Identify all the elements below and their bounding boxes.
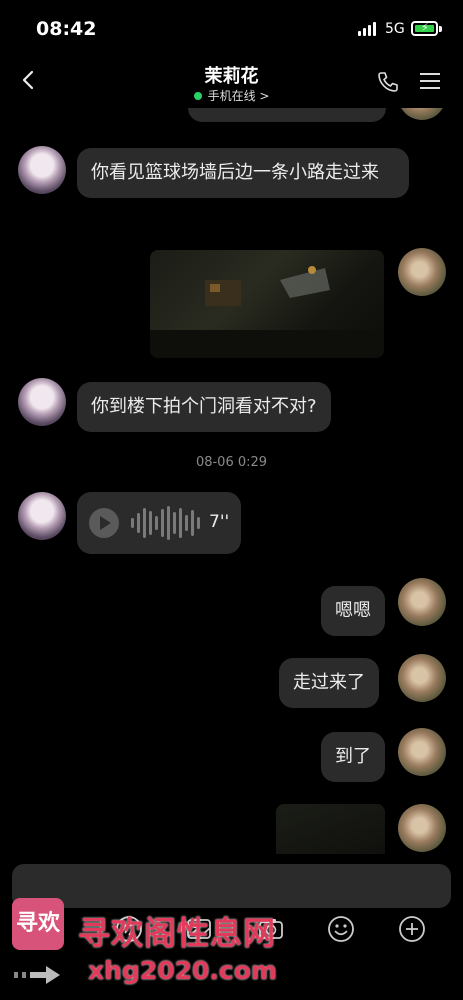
contact-avatar[interactable] bbox=[18, 378, 66, 426]
message-input[interactable] bbox=[12, 864, 451, 908]
message-list[interactable]: 你看见篮球场墙后边一条小路走过来 你到楼下拍个门洞看对不对? 08-06 0:2… bbox=[0, 108, 463, 854]
my-avatar[interactable] bbox=[398, 248, 446, 296]
watermark-site-name: 寻欢阁性息网 bbox=[78, 914, 277, 952]
signal-icon bbox=[358, 22, 380, 36]
message-timestamp: 08-06 0:29 bbox=[195, 455, 268, 470]
message-image[interactable] bbox=[276, 804, 385, 854]
my-avatar[interactable] bbox=[398, 728, 446, 776]
voice-duration: 7'' bbox=[209, 512, 230, 532]
watermark-url: xhg2020.com bbox=[88, 956, 277, 985]
online-dot bbox=[193, 92, 202, 100]
phone-icon[interactable] bbox=[376, 70, 400, 94]
presence-label: 手机在线 > bbox=[207, 89, 270, 103]
my-avatar[interactable] bbox=[398, 108, 446, 120]
my-avatar[interactable] bbox=[398, 654, 446, 702]
status-time: 08:42 bbox=[36, 18, 97, 40]
add-icon[interactable] bbox=[397, 914, 427, 944]
contact-avatar[interactable] bbox=[18, 492, 66, 540]
my-avatar[interactable] bbox=[398, 804, 446, 852]
watermark-arrow-icon bbox=[14, 966, 60, 984]
watermark-logo: 寻欢 bbox=[12, 898, 64, 950]
emoji-icon[interactable] bbox=[326, 914, 356, 944]
message-bubble[interactable]: 嗯嗯 bbox=[321, 586, 385, 636]
message-bubble[interactable]: 你看见篮球场墙后边一条小路走过来 bbox=[77, 148, 409, 198]
network-label: 5G bbox=[385, 21, 405, 37]
message-bubble[interactable]: 走过来了 bbox=[279, 658, 379, 708]
battery-icon: ⚡ bbox=[411, 21, 438, 36]
message-bubble[interactable]: 你到楼下拍个门洞看对不对? bbox=[77, 382, 331, 432]
voice-message[interactable]: 7'' bbox=[77, 492, 241, 554]
my-avatar[interactable] bbox=[398, 578, 446, 626]
status-bar: 08:42 5G ⚡ bbox=[0, 0, 463, 56]
contact-avatar[interactable] bbox=[18, 146, 66, 194]
battery-tip bbox=[439, 26, 442, 32]
waveform-icon bbox=[131, 506, 201, 540]
chat-header: 茉莉花 手机在线 > bbox=[0, 56, 463, 108]
photo-content bbox=[150, 266, 384, 358]
message-image[interactable] bbox=[150, 250, 384, 358]
message-bubble-partial[interactable] bbox=[188, 108, 386, 122]
message-bubble[interactable]: 到了 bbox=[321, 732, 385, 782]
play-icon[interactable] bbox=[89, 508, 119, 538]
menu-icon[interactable] bbox=[418, 71, 442, 91]
